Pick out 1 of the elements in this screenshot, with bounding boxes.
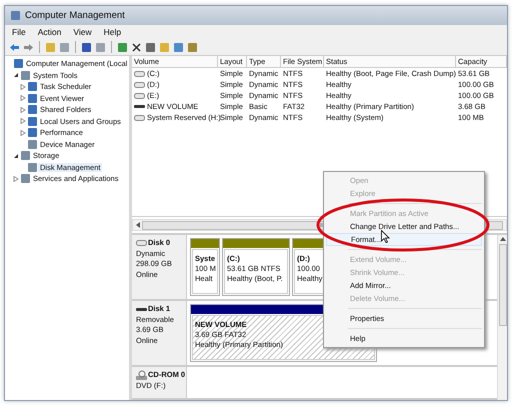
window-title: Computer Management xyxy=(25,10,125,21)
